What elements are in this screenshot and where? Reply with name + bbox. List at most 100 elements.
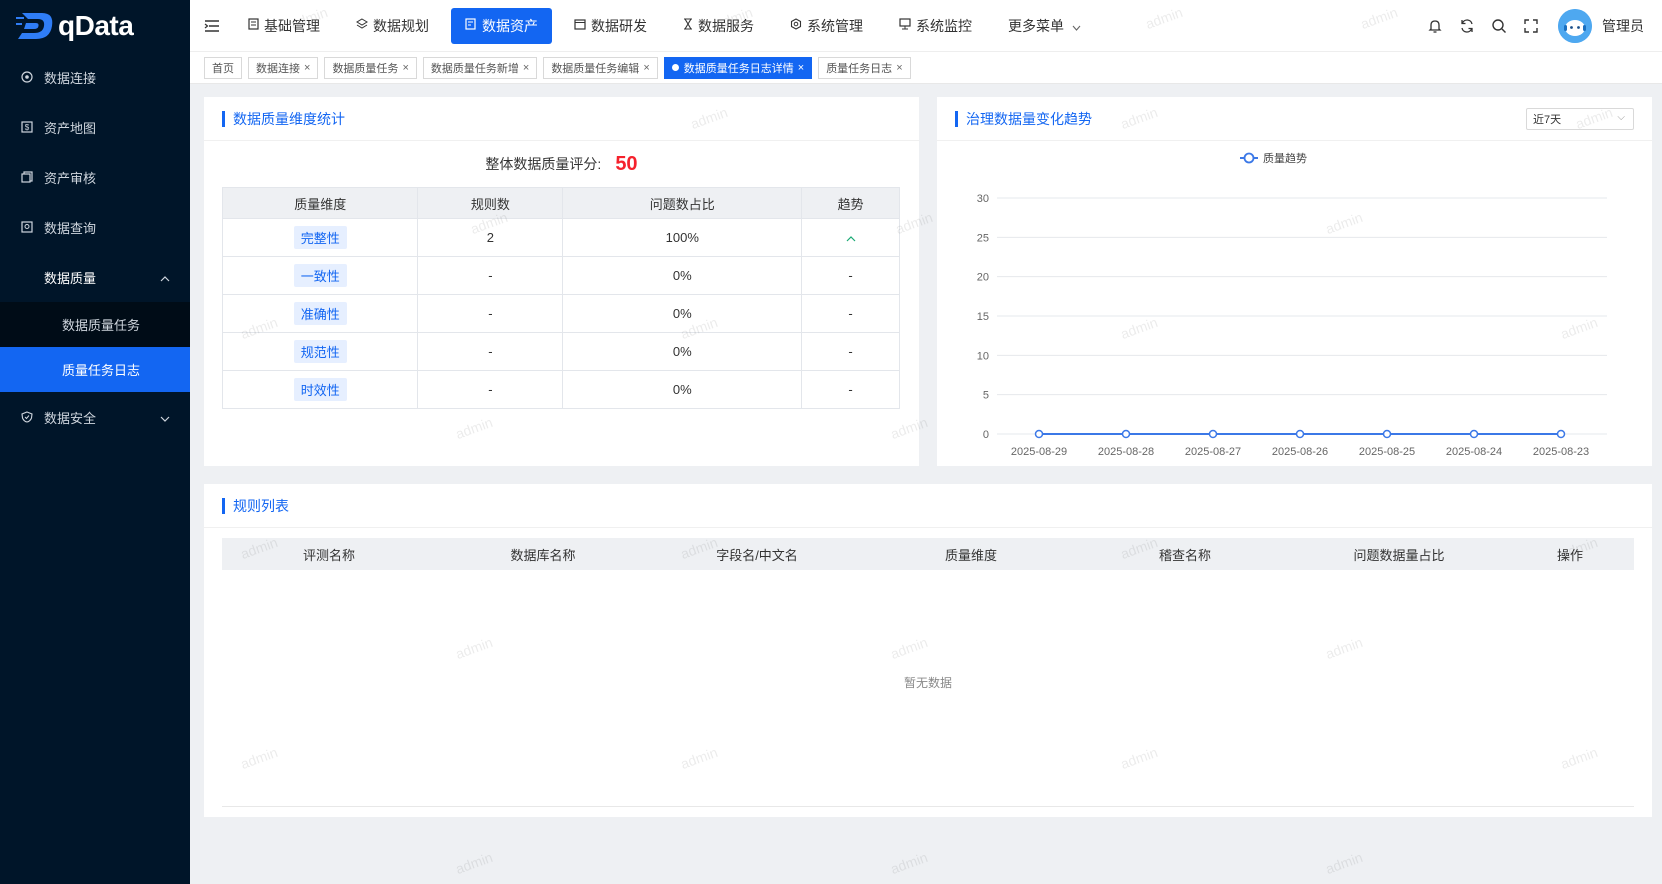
search-icon[interactable] bbox=[1490, 17, 1508, 35]
dimension-cell: 规范性 bbox=[221, 332, 419, 371]
asset-icon bbox=[465, 18, 477, 33]
tab-quality-task[interactable]: 数据质量任务 × bbox=[324, 56, 417, 79]
menu-toggle-icon[interactable] bbox=[190, 19, 234, 33]
tab-quality-task-log[interactable]: 质量任务日志 × bbox=[818, 56, 911, 79]
bell-icon[interactable] bbox=[1426, 17, 1444, 35]
data-point bbox=[1034, 429, 1044, 439]
watermark-text: admin bbox=[1323, 848, 1365, 878]
dimension-cell: 完整性 bbox=[221, 218, 419, 257]
dimension-table: 质量维度 规则数 问题数占比 趋势 完整性 2 100% 一致性 - 0% - … bbox=[221, 187, 900, 409]
panel-title-text: 数据质量维度统计 bbox=[233, 110, 345, 127]
close-icon[interactable]: × bbox=[798, 62, 804, 74]
tab-quality-task-edit[interactable]: 数据质量任务编辑 × bbox=[543, 56, 658, 79]
data-point bbox=[1208, 429, 1218, 439]
logo[interactable]: qData bbox=[0, 0, 190, 52]
sidebar: qData 数据连接 $ 资产地图 资产审核 数据查询 数据质量 数据质量任务 … bbox=[0, 0, 190, 884]
table-row: 规范性 - 0% - bbox=[221, 332, 900, 371]
column-header: 质量维度 bbox=[221, 187, 419, 219]
trend-cell: - bbox=[801, 370, 900, 409]
tab-quality-task-log-detail[interactable]: 数据质量任务日志详情 × bbox=[663, 56, 813, 79]
link-icon bbox=[20, 70, 34, 84]
sidebar-group-data-quality[interactable]: 数据质量 bbox=[0, 252, 190, 302]
user-name[interactable]: 管理员 bbox=[1602, 16, 1644, 36]
sidebar-item-asset-audit[interactable]: 资产审核 bbox=[0, 152, 190, 202]
ratio-cell: 0% bbox=[562, 370, 803, 409]
sidebar-item-quality-task[interactable]: 数据质量任务 bbox=[0, 302, 190, 347]
doc-icon bbox=[248, 18, 259, 33]
nav-label: 系统管理 bbox=[807, 17, 863, 34]
window-icon bbox=[574, 18, 586, 33]
sidebar-item-label: 数据连接 bbox=[44, 70, 97, 86]
close-icon[interactable]: × bbox=[304, 62, 310, 74]
tab-strip: 首页 数据连接 × 数据质量任务 × 数据质量任务新增 × 数据质量任务编辑 × 数据质… bbox=[190, 52, 1662, 84]
tab-label: 质量任务日志 bbox=[826, 62, 893, 75]
dimension-tag: 规范性 bbox=[293, 340, 347, 363]
table-row: 完整性 2 100% bbox=[221, 218, 900, 257]
column-header: 评测名称 bbox=[302, 547, 355, 563]
sidebar-item-label: 资产地图 bbox=[44, 120, 97, 136]
nav-data-service[interactable]: 数据服务 bbox=[669, 8, 768, 44]
data-point bbox=[1469, 429, 1479, 439]
nav-data-planning[interactable]: 数据规划 bbox=[342, 8, 443, 44]
nav-basic-management[interactable]: 基础管理 bbox=[234, 8, 334, 44]
rules-cell: - bbox=[417, 370, 564, 409]
nav-more-menu[interactable]: 更多菜单 bbox=[994, 8, 1095, 44]
sidebar-item-quality-task-log[interactable]: 质量任务日志 bbox=[0, 347, 190, 392]
sidebar-item-asset-map[interactable]: $ 资产地图 bbox=[0, 102, 190, 152]
nav-data-assets[interactable]: 数据资产 bbox=[451, 7, 552, 44]
close-icon[interactable]: × bbox=[896, 62, 902, 74]
divider bbox=[222, 806, 1634, 807]
data-point bbox=[1382, 429, 1392, 439]
nav-label: 数据规划 bbox=[373, 17, 429, 34]
gear-icon bbox=[790, 18, 802, 33]
trend-up-icon bbox=[846, 230, 856, 245]
refresh-icon[interactable] bbox=[1458, 17, 1476, 35]
range-select[interactable]: 近7天 ⌵ bbox=[1526, 108, 1634, 130]
top-navbar: 基础管理 数据规划 数据资产 数据研发 数据服务 系统管理 系统监控 更多菜单 bbox=[190, 0, 1662, 52]
monitor-icon bbox=[899, 18, 911, 33]
column-header: 问题数占比 bbox=[562, 187, 803, 219]
sidebar-item-data-query[interactable]: 数据查询 bbox=[0, 202, 190, 252]
column-header: 数据库名称 bbox=[510, 547, 576, 563]
sidebar-item-data-security[interactable]: 数据安全 bbox=[0, 392, 190, 442]
nav-data-development[interactable]: 数据研发 bbox=[560, 8, 661, 44]
x-tick-label: 2025-08-26 bbox=[1272, 446, 1328, 458]
data-point bbox=[1295, 429, 1305, 439]
chevron-down-icon: ⌵ bbox=[1617, 112, 1625, 123]
main-nav: 基础管理 数据规划 数据资产 数据研发 数据服务 系统管理 系统监控 更多菜单 bbox=[234, 0, 1103, 52]
watermark-text: admin bbox=[888, 848, 930, 878]
close-icon[interactable]: × bbox=[523, 62, 529, 74]
shield-icon bbox=[20, 410, 34, 424]
data-point bbox=[1121, 429, 1131, 439]
avatar[interactable] bbox=[1558, 9, 1592, 43]
fullscreen-icon[interactable] bbox=[1522, 17, 1540, 35]
tab-quality-task-add[interactable]: 数据质量任务新增 × bbox=[422, 56, 538, 79]
audit-icon bbox=[20, 170, 34, 184]
watermark-text: admin bbox=[453, 848, 495, 878]
tab-label: 数据质量任务日志详情 bbox=[683, 62, 794, 75]
close-icon[interactable]: × bbox=[643, 62, 649, 74]
panel-title-text: 治理数据量变化趋势 bbox=[966, 110, 1092, 127]
layers-icon bbox=[356, 18, 368, 33]
tab-home[interactable]: 首页 bbox=[204, 56, 242, 79]
x-tick-label: 2025-08-24 bbox=[1446, 446, 1502, 458]
trend-line-chart: 0 5 10 15 20 25 30 2025-08-29 2025-08-28 2025-08-… bbox=[977, 152, 1607, 458]
title-accent-bar bbox=[222, 110, 225, 127]
nav-system-monitor[interactable]: 系统监控 bbox=[885, 8, 986, 44]
trend-cell: - bbox=[801, 332, 900, 371]
column-header: 问题数据量占比 bbox=[1353, 547, 1445, 563]
dimension-tag: 完整性 bbox=[293, 226, 347, 249]
sidebar-item-data-connection[interactable]: 数据连接 bbox=[0, 52, 190, 102]
dimension-cell: 时效性 bbox=[221, 370, 419, 409]
nav-label: 基础管理 bbox=[264, 17, 320, 34]
score-value: 50 bbox=[615, 152, 638, 175]
sidebar-submenu: 数据质量任务 质量任务日志 bbox=[0, 302, 190, 392]
nav-system-management[interactable]: 系统管理 bbox=[776, 8, 877, 44]
ratio-cell: 100% bbox=[562, 218, 803, 257]
panel-title: 规则列表 bbox=[204, 484, 1652, 528]
tab-data-connection[interactable]: 数据连接 × bbox=[248, 56, 319, 79]
query-icon bbox=[20, 220, 34, 234]
title-accent-bar bbox=[955, 110, 958, 127]
close-icon[interactable]: × bbox=[402, 62, 408, 74]
tab-label: 数据连接 bbox=[256, 62, 300, 75]
